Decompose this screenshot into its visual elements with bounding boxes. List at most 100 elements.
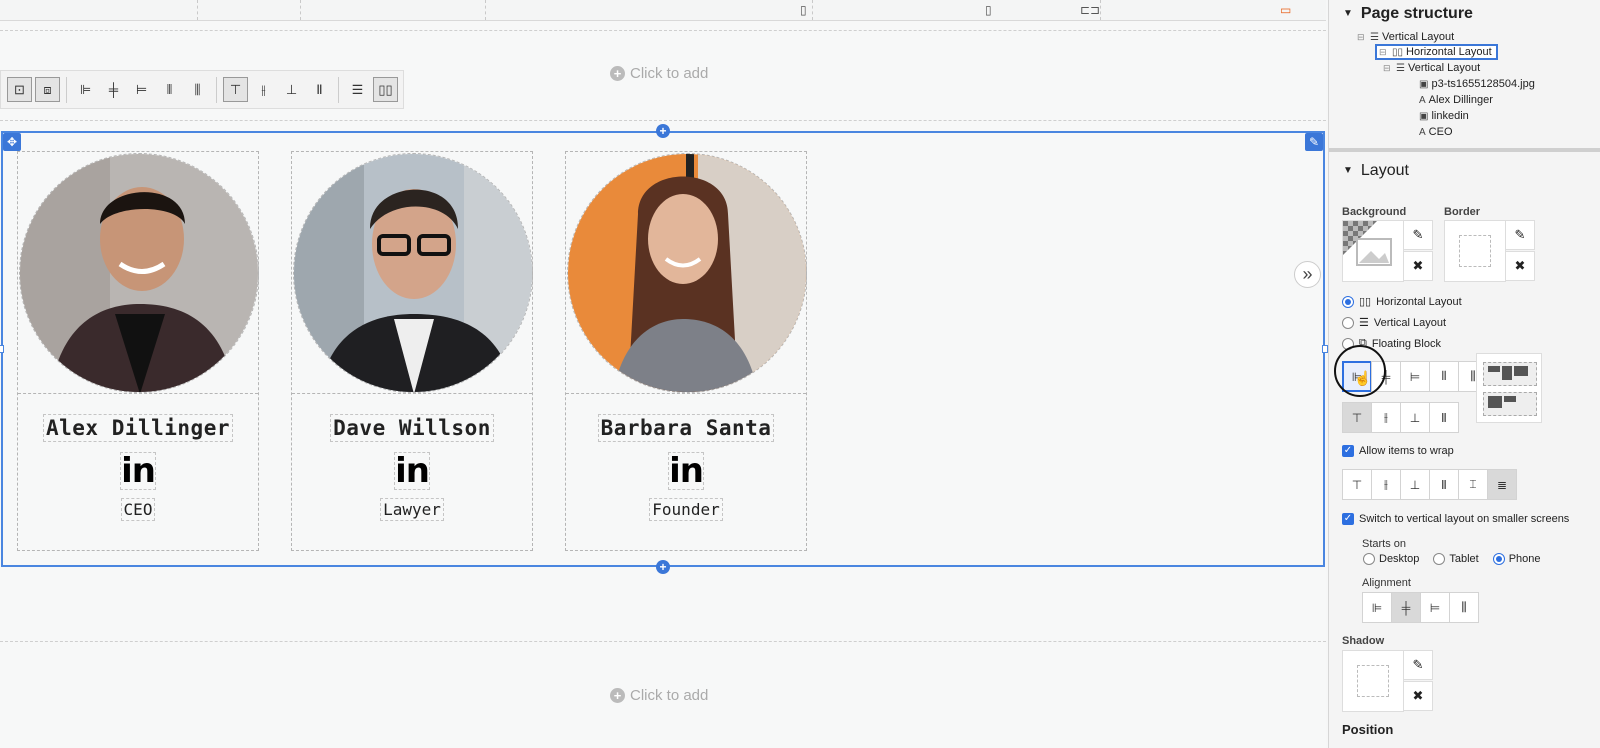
collapse-icon[interactable]: ⊟ — [1357, 32, 1367, 43]
vertical-align-group: ⊤ ⫲ ⊥ Ⅱ — [1342, 402, 1459, 433]
tree-node[interactable]: ▣ p3-ts1655128504.jpg — [1419, 78, 1535, 90]
edit-shadow-icon[interactable]: ✎ — [1403, 650, 1433, 680]
wrap-middle-icon[interactable]: ⫲ — [1371, 469, 1401, 500]
space-around-icon[interactable]: ⫼ — [185, 77, 210, 102]
click-to-add-label: Click to add — [630, 65, 709, 82]
vertical-layout-icon[interactable]: ☰ — [345, 77, 370, 102]
click-to-add-bottom[interactable]: + Click to add — [610, 687, 730, 704]
align-right-icon[interactable]: ⊨ — [129, 77, 154, 102]
wrap-bottom-icon[interactable]: ⊥ — [1400, 469, 1430, 500]
member-name[interactable]: Dave Willson — [330, 414, 494, 442]
click-to-add-top[interactable]: + Click to add — [610, 65, 730, 82]
layout-option-label: Horizontal Layout — [1376, 295, 1462, 308]
panel-resize-divider[interactable] — [1329, 148, 1600, 152]
edit-border-icon[interactable]: ✎ — [1505, 220, 1535, 250]
linkedin-icon[interactable]: in — [668, 452, 704, 490]
starts-on-desktop: Desktop — [1379, 553, 1420, 565]
radio-button[interactable] — [1342, 295, 1354, 308]
horizontal-layout-icon[interactable]: ▯▯ — [373, 77, 398, 102]
wrap-space-around-icon[interactable]: ≣ — [1487, 469, 1517, 500]
tree-node[interactable]: A Alex Dillinger — [1419, 94, 1493, 106]
align-right-icon[interactable]: ⊨ — [1420, 592, 1450, 623]
profile-photo[interactable] — [567, 153, 807, 393]
add-below-icon[interactable]: + — [656, 560, 670, 574]
member-role[interactable]: CEO — [120, 498, 156, 521]
profile-photo[interactable] — [293, 153, 533, 393]
desktop-icon[interactable]: ▭ — [1280, 3, 1291, 17]
linkedin-icon[interactable]: in — [394, 452, 430, 490]
team-card[interactable]: Alex Dillinger in CEO — [17, 151, 259, 551]
member-name[interactable]: Alex Dillinger — [42, 414, 233, 442]
background-swatch[interactable] — [1342, 220, 1404, 282]
clear-shadow-icon[interactable]: ✖ — [1403, 681, 1433, 711]
edit-background-icon[interactable]: ✎ — [1403, 220, 1433, 250]
click-to-add-label: Click to add — [630, 687, 709, 704]
radio-button[interactable] — [1363, 553, 1375, 565]
preview-row — [1483, 362, 1537, 386]
valign-top-icon[interactable]: ⊤ — [223, 77, 248, 102]
valign-stretch-icon[interactable]: Ⅱ — [307, 77, 332, 102]
space-between-icon[interactable]: ⫴ — [1429, 361, 1459, 392]
wrap-stretch-icon[interactable]: Ⅱ — [1429, 469, 1459, 500]
checkbox-checked-icon[interactable]: ✓ — [1342, 513, 1354, 525]
layout-option-vertical[interactable]: ☰ Vertical Layout — [1342, 316, 1446, 329]
tree-node[interactable]: A CEO — [1419, 126, 1453, 138]
valign-bottom-icon[interactable]: ⊥ — [1400, 402, 1430, 433]
align-center-icon[interactable]: ╪ — [1391, 592, 1421, 623]
align-left-icon[interactable]: ⊫ — [1362, 592, 1392, 623]
tree-node[interactable]: ⊟ ☰ Vertical Layout — [1357, 31, 1454, 43]
team-card[interactable]: Dave Willson in Lawyer — [291, 151, 533, 551]
edit-pencil-icon[interactable]: ✎ — [1305, 133, 1323, 151]
resize-in-icon[interactable]: ⊡ — [7, 77, 32, 102]
double-chevron-right-icon[interactable]: » — [1294, 261, 1321, 288]
wrap-space-between-icon[interactable]: ⌶ — [1458, 469, 1488, 500]
move-handle-icon[interactable]: ✥ — [3, 133, 21, 151]
tree-node[interactable]: ▣ linkedin — [1419, 110, 1469, 122]
align-left-icon[interactable]: ⊫ — [73, 77, 98, 102]
radio-button[interactable] — [1492, 553, 1505, 565]
border-swatch[interactable] — [1444, 220, 1506, 282]
valign-bottom-icon[interactable]: ⊥ — [279, 77, 304, 102]
tree-node[interactable]: ⊟ ☰ Vertical Layout — [1383, 62, 1480, 74]
border-preview — [1459, 235, 1491, 267]
clear-border-icon[interactable]: ✖ — [1505, 251, 1535, 281]
linkedin-icon[interactable]: in — [120, 452, 156, 490]
collapse-icon[interactable]: ⊟ — [1383, 63, 1393, 74]
team-card[interactable]: Barbara Santa in Founder — [565, 151, 807, 551]
layout-section-header[interactable]: ▼ Layout — [1343, 162, 1409, 180]
space-between-icon[interactable]: ⫴ — [157, 77, 182, 102]
member-role[interactable]: Lawyer — [380, 498, 444, 521]
align-center-icon[interactable]: ╪ — [101, 77, 126, 102]
tree-node-label: linkedin — [1431, 110, 1469, 122]
clear-background-icon[interactable]: ✖ — [1403, 251, 1433, 281]
align-right-icon[interactable]: ⊨ — [1400, 361, 1430, 392]
tablet-icon[interactable]: ▯ — [985, 3, 992, 17]
resize-center-icon[interactable]: ⧈ — [35, 77, 60, 102]
phone-icon[interactable]: ▯ — [800, 3, 807, 17]
shadow-swatch[interactable] — [1342, 650, 1404, 712]
preview-item — [1488, 396, 1502, 408]
wrap-top-icon[interactable]: ⊤ — [1342, 469, 1372, 500]
align-justify-icon[interactable]: ⫼ — [1449, 592, 1479, 623]
valign-stretch-icon[interactable]: Ⅱ — [1429, 402, 1459, 433]
member-name[interactable]: Barbara Santa — [597, 414, 775, 442]
valign-middle-icon[interactable]: ⫲ — [1371, 402, 1401, 433]
resize-handle-left[interactable] — [0, 345, 4, 353]
alignment-group: ⊫ ╪ ⊨ ⫼ — [1362, 592, 1479, 623]
allow-wrap-option[interactable]: ✓ Allow items to wrap — [1342, 445, 1454, 457]
page-structure-header[interactable]: ▼ Page structure — [1343, 5, 1473, 23]
radio-button[interactable] — [1342, 316, 1354, 329]
add-above-icon[interactable]: + — [656, 124, 670, 138]
radio-button[interactable] — [1433, 553, 1446, 565]
switch-vertical-option[interactable]: ✓ Switch to vertical layout on smaller s… — [1342, 513, 1569, 525]
profile-photo[interactable] — [19, 153, 259, 393]
checkbox-checked-icon[interactable]: ✓ — [1342, 445, 1354, 457]
ruler-mark — [485, 0, 486, 20]
tree-node-selected[interactable]: ⊟ ▯▯ Horizontal Layout — [1375, 44, 1498, 60]
collapse-icon[interactable]: ⊟ — [1379, 47, 1389, 58]
valign-top-icon[interactable]: ⊤ — [1342, 402, 1372, 433]
member-role[interactable]: Founder — [649, 498, 723, 521]
laptop-icon[interactable]: ⊏⊐ — [1080, 3, 1100, 17]
layout-option-horizontal[interactable]: ▯▯ Horizontal Layout — [1342, 295, 1462, 308]
valign-middle-icon[interactable]: ⫲ — [251, 77, 276, 102]
